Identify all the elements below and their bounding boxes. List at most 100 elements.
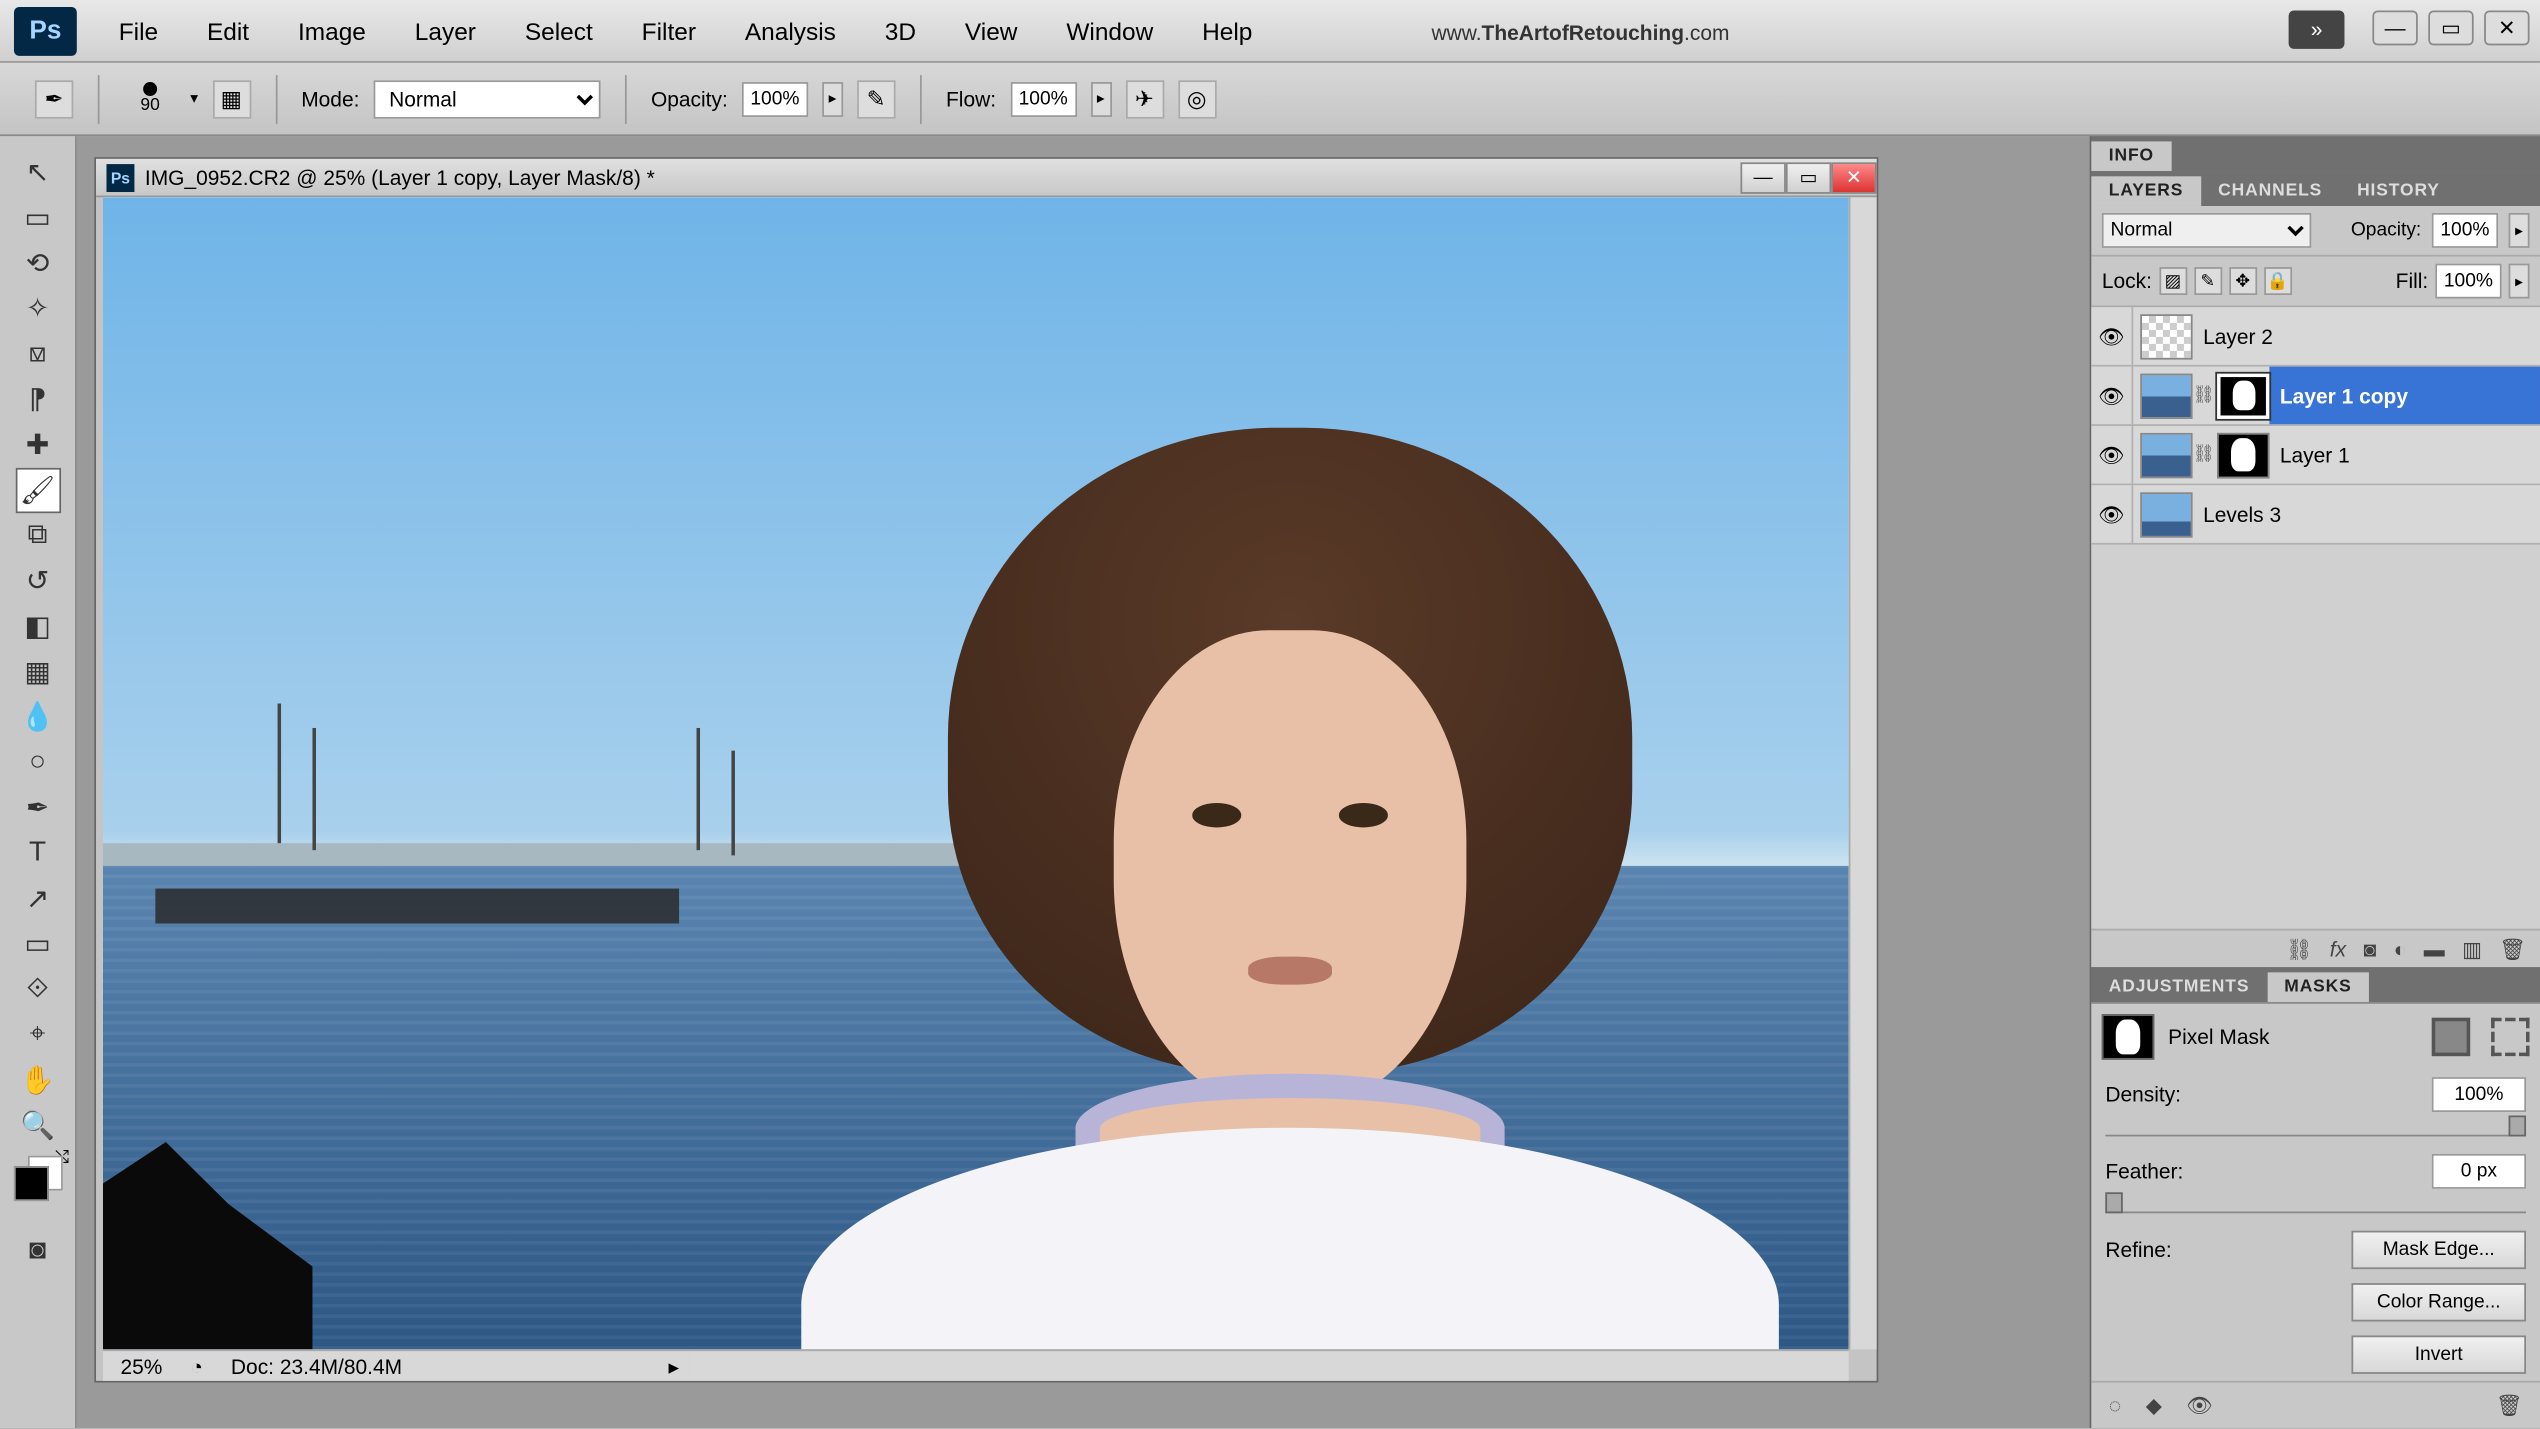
visibility-toggle[interactable]: 👁 — [2091, 367, 2133, 425]
tablet-size-icon[interactable]: ◎ — [1178, 79, 1216, 117]
layers-tab[interactable]: LAYERS — [2091, 176, 2200, 206]
move-tool[interactable]: ↖ — [15, 150, 60, 195]
adjustment-layer-icon[interactable]: ◐ — [2394, 937, 2407, 961]
eyedropper-tool[interactable]: ⁋ — [15, 377, 60, 422]
minimize-button[interactable]: — — [2372, 10, 2417, 45]
tool-preset-picker[interactable]: ✒ — [35, 79, 73, 117]
delete-mask-icon[interactable]: 🗑 — [2496, 1393, 2523, 1417]
flow-input[interactable] — [1010, 81, 1076, 116]
tablet-opacity-icon[interactable]: ✎ — [857, 79, 895, 117]
crop-tool[interactable]: ⟏ — [15, 332, 60, 377]
menu-analysis[interactable]: Analysis — [720, 6, 860, 55]
3d-tool[interactable]: ⟐ — [15, 967, 60, 1012]
restore-button[interactable]: ▭ — [2428, 10, 2473, 45]
airbrush-icon[interactable]: ✈ — [1125, 79, 1163, 117]
density-slider[interactable] — [2105, 1119, 2526, 1136]
layer-thumbnail[interactable] — [2140, 491, 2192, 536]
menu-file[interactable]: File — [94, 6, 182, 55]
layer-opacity-input[interactable] — [2432, 213, 2498, 248]
adjustments-tab[interactable]: ADJUSTMENTS — [2091, 972, 2266, 1002]
layer-opacity-flyout[interactable]: ▸ — [2509, 213, 2530, 248]
menu-image[interactable]: Image — [274, 6, 391, 55]
layer-row[interactable]: 👁 ⛓ Layer 1 — [2091, 426, 2540, 485]
doc-maximize-button[interactable]: ▭ — [1786, 161, 1831, 192]
disable-mask-icon[interactable]: 👁 — [2186, 1393, 2213, 1417]
layer-thumbnail[interactable] — [2140, 373, 2192, 418]
fill-input[interactable] — [2435, 264, 2501, 299]
layer-thumbnail[interactable] — [2140, 432, 2192, 477]
mask-thumbnail[interactable] — [2217, 373, 2269, 418]
3d-camera-tool[interactable]: ⌖ — [15, 1013, 60, 1058]
type-tool[interactable]: T — [15, 831, 60, 876]
color-swatches[interactable]: ⤭ — [10, 1156, 66, 1219]
doc-close-button[interactable]: ✕ — [1831, 161, 1876, 192]
layer-blend-mode[interactable]: Normal — [2102, 213, 2311, 248]
menu-view[interactable]: View — [940, 6, 1041, 55]
clone-stamp-tool[interactable]: ⧉ — [15, 513, 60, 558]
lock-all-icon[interactable]: 🔒 — [2264, 267, 2292, 295]
feather-slider[interactable] — [2105, 1196, 2526, 1213]
menu-edit[interactable]: Edit — [183, 6, 274, 55]
foreground-color[interactable] — [13, 1166, 48, 1201]
lasso-tool[interactable]: ⟲ — [15, 241, 60, 286]
quick-mask-tool[interactable]: ◙ — [15, 1229, 60, 1274]
masks-tab[interactable]: MASKS — [2267, 972, 2369, 1002]
marquee-tool[interactable]: ▭ — [15, 196, 60, 241]
path-select-tool[interactable]: ↗ — [15, 876, 60, 921]
opacity-flyout[interactable]: ▸ — [822, 81, 843, 116]
lock-transparency-icon[interactable]: ▨ — [2159, 267, 2187, 295]
flow-flyout[interactable]: ▸ — [1090, 81, 1111, 116]
channels-tab[interactable]: CHANNELS — [2201, 176, 2340, 206]
menu-filter[interactable]: Filter — [617, 6, 720, 55]
layer-name[interactable]: Layer 1 — [2280, 443, 2350, 467]
vertical-scrollbar[interactable] — [1849, 197, 1877, 1349]
menu-select[interactable]: Select — [500, 6, 617, 55]
density-input[interactable] — [2432, 1077, 2526, 1112]
color-range-button[interactable]: Color Range... — [2351, 1283, 2526, 1321]
gradient-tool[interactable]: ▦ — [15, 649, 60, 694]
vector-mask-button[interactable] — [2491, 1018, 2529, 1056]
mask-edge-button[interactable]: Mask Edge... — [2351, 1231, 2526, 1269]
close-button[interactable]: ✕ — [2484, 10, 2529, 45]
mask-link-icon[interactable]: ⛓ — [2193, 386, 2210, 405]
lock-position-icon[interactable]: ✥ — [2229, 267, 2257, 295]
info-tab[interactable]: INFO — [2091, 141, 2171, 171]
link-layers-icon[interactable]: ⛓ — [2286, 937, 2313, 961]
doc-minimize-button[interactable]: — — [1740, 161, 1785, 192]
horizontal-scrollbar[interactable] — [690, 1349, 1849, 1380]
layer-row[interactable]: 👁 Layer 2 — [2091, 307, 2540, 366]
healing-brush-tool[interactable]: ✚ — [15, 422, 60, 467]
menu-3d[interactable]: 3D — [860, 6, 940, 55]
brush-tool[interactable]: 🖌 — [15, 468, 60, 513]
lock-pixels-icon[interactable]: ✎ — [2194, 267, 2222, 295]
canvas[interactable] — [103, 197, 1849, 1349]
new-layer-icon[interactable]: ▥ — [2462, 937, 2482, 961]
mask-thumbnail[interactable] — [2217, 432, 2269, 477]
add-mask-icon[interactable]: ◙ — [2364, 937, 2377, 961]
visibility-toggle[interactable]: 👁 — [2091, 426, 2133, 484]
hand-tool[interactable]: ✋ — [15, 1058, 60, 1103]
layer-thumbnail[interactable] — [2140, 313, 2192, 358]
brush-preset-picker[interactable]: 90 — [124, 72, 176, 124]
mask-link-icon[interactable]: ⛓ — [2193, 445, 2210, 464]
zoom-level[interactable]: 25% — [120, 1354, 162, 1378]
layer-row[interactable]: 👁 ⛓ Layer 1 copy — [2091, 367, 2540, 426]
layer-name[interactable]: Levels 3 — [2203, 502, 2281, 526]
opacity-input[interactable] — [742, 81, 808, 116]
collapse-panels-button[interactable]: » — [2289, 10, 2345, 48]
history-brush-tool[interactable]: ↺ — [15, 559, 60, 604]
magic-wand-tool[interactable]: ✧ — [15, 286, 60, 331]
delete-layer-icon[interactable]: 🗑 — [2499, 937, 2526, 961]
mask-preview-thumbnail[interactable] — [2102, 1014, 2154, 1059]
layer-name[interactable]: Layer 1 copy — [2280, 383, 2408, 407]
fill-flyout[interactable]: ▸ — [2509, 264, 2530, 299]
layer-row[interactable]: 👁 Levels 3 — [2091, 485, 2540, 544]
layer-name[interactable]: Layer 2 — [2203, 324, 2273, 348]
visibility-toggle[interactable]: 👁 — [2091, 485, 2133, 543]
visibility-toggle[interactable]: 👁 — [2091, 307, 2133, 365]
feather-input[interactable] — [2432, 1154, 2526, 1189]
zoom-tool[interactable]: 🔍 — [15, 1103, 60, 1148]
shape-tool[interactable]: ▭ — [15, 922, 60, 967]
brush-panel-toggle[interactable]: ▦ — [212, 79, 250, 117]
menu-layer[interactable]: Layer — [390, 6, 500, 55]
